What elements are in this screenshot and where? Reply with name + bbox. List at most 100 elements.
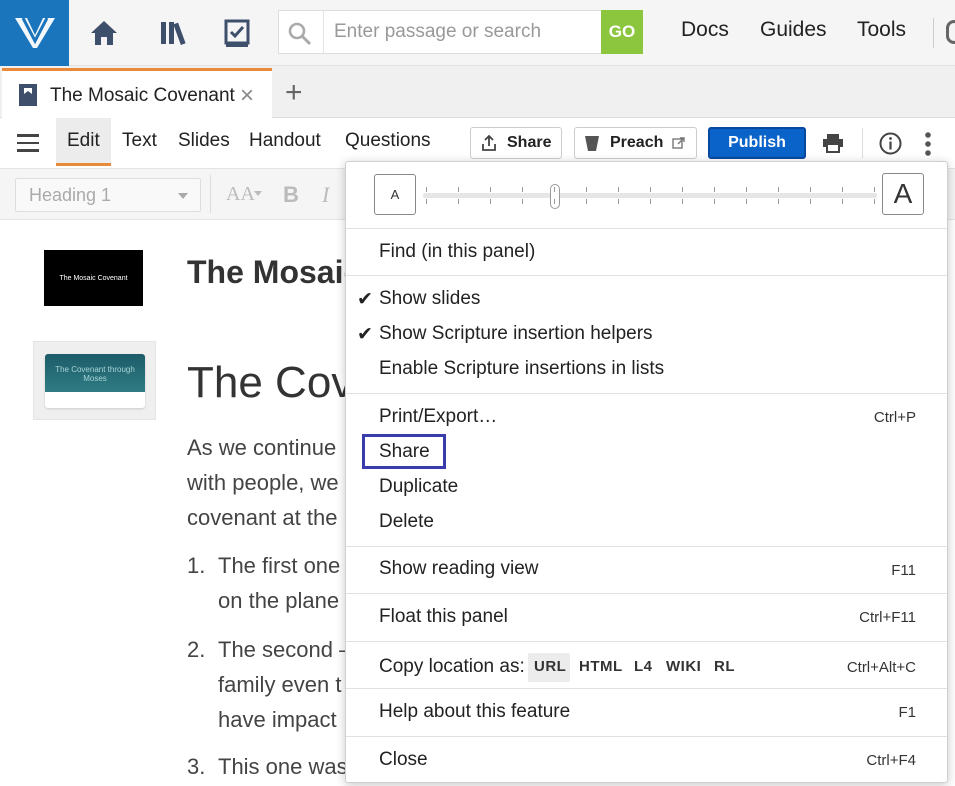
- menu-item-reading-view[interactable]: Show reading view: [379, 558, 538, 580]
- slide-thumbnail-title[interactable]: The Mosaic Covenant: [44, 250, 143, 306]
- menu-item-help[interactable]: Help about this feature: [379, 701, 570, 723]
- list-item-line[interactable]: The second –: [218, 637, 351, 663]
- list-item-line[interactable]: on the plane: [218, 588, 339, 614]
- slider-tick: [426, 199, 427, 204]
- slider-tick: [458, 199, 459, 204]
- share-button[interactable]: Share: [470, 127, 562, 159]
- menu-separator: [346, 641, 947, 642]
- menu-item-show-scripture-helpers[interactable]: Show Scripture insertion helpers: [379, 323, 653, 345]
- tab-title: The Mosaic Covenant: [50, 85, 235, 106]
- hamburger-menu-icon[interactable]: [17, 134, 39, 152]
- shortcut-float-panel: Ctrl+F11: [859, 609, 916, 626]
- menu-separator: [346, 546, 947, 547]
- search-divider: [323, 11, 324, 53]
- bold-icon[interactable]: B: [283, 182, 299, 208]
- info-icon[interactable]: [879, 132, 902, 155]
- publish-button[interactable]: Publish: [708, 127, 806, 159]
- slider-tick: [554, 187, 555, 192]
- paragraph-line[interactable]: As we continue: [187, 435, 336, 461]
- checkmark-icon: ✔: [357, 289, 373, 310]
- shortcut-help: F1: [898, 704, 916, 721]
- slider-tick: [746, 187, 747, 192]
- logos-logo[interactable]: [0, 0, 69, 66]
- format-divider: [210, 175, 211, 213]
- home-icon[interactable]: [85, 14, 123, 52]
- tab-edit[interactable]: Edit: [67, 130, 100, 152]
- external-link-icon: [672, 136, 686, 149]
- slider-tick: [682, 199, 683, 204]
- slider-tick: [426, 187, 427, 192]
- library-icon[interactable]: [155, 14, 193, 52]
- copy-format-wiki[interactable]: WIKI: [666, 658, 701, 675]
- document-icon: [19, 84, 37, 106]
- menu-item-share[interactable]: Share: [379, 441, 430, 463]
- slider-tick: [458, 187, 459, 192]
- list-number: 1.: [187, 553, 206, 578]
- tab-slides[interactable]: Slides: [178, 130, 230, 152]
- paragraph-line[interactable]: with people, we: [187, 470, 339, 496]
- copy-format-rl[interactable]: RL: [714, 658, 735, 675]
- tab-mosaic-covenant[interactable]: The Mosaic Covenant ×: [2, 68, 272, 119]
- copy-format-html[interactable]: HTML: [579, 658, 623, 675]
- preach-button[interactable]: Preach: [574, 127, 697, 159]
- list-item-line[interactable]: have impact: [218, 707, 337, 733]
- list-item-line[interactable]: The first one: [218, 553, 340, 579]
- slider-tick: [874, 187, 875, 192]
- search-box: [278, 10, 602, 54]
- nav-tools[interactable]: Tools: [857, 18, 906, 42]
- menu-item-close[interactable]: Close: [379, 749, 428, 771]
- tab-questions[interactable]: Questions: [345, 130, 431, 152]
- slider-tick: [746, 199, 747, 204]
- slider-tick: [842, 199, 843, 204]
- tab-text[interactable]: Text: [122, 130, 157, 152]
- more-options-icon[interactable]: [924, 131, 932, 157]
- chevron-down-icon: [178, 193, 188, 199]
- menu-item-find[interactable]: Find (in this panel): [379, 241, 535, 263]
- menu-item-print-export[interactable]: Print/Export…: [379, 406, 497, 428]
- shortcut-copy-location: Ctrl+Alt+C: [846, 659, 916, 676]
- slider-tick: [586, 199, 587, 204]
- menu-item-show-slides[interactable]: Show slides: [379, 288, 480, 310]
- font-larger-button[interactable]: A: [882, 173, 924, 215]
- menu-item-enable-scripture-insertions[interactable]: Enable Scripture insertions in lists: [379, 358, 664, 380]
- menu-item-float-panel[interactable]: Float this panel: [379, 606, 508, 628]
- tab-strip: The Mosaic Covenant × +: [0, 66, 955, 119]
- slider-tick: [586, 187, 587, 192]
- top-toolbar: GO Docs Guides Tools: [0, 0, 955, 66]
- close-tab-icon[interactable]: ×: [240, 82, 254, 110]
- menu-item-delete[interactable]: Delete: [379, 511, 434, 533]
- account-icon[interactable]: [946, 20, 955, 44]
- list-number: 2.: [187, 637, 206, 662]
- slide-thumbnail-frame[interactable]: The Covenant through Moses: [33, 341, 156, 420]
- font-size-slider[interactable]: [423, 193, 877, 198]
- menu-separator: [346, 593, 947, 594]
- slider-tick: [522, 199, 523, 204]
- menu-separator: [346, 688, 947, 689]
- search-input[interactable]: [334, 11, 596, 53]
- italic-icon[interactable]: I: [322, 182, 329, 208]
- paragraph-style-value: Heading 1: [29, 185, 112, 205]
- list-number: 3.: [187, 754, 206, 779]
- list-item-line[interactable]: family even t: [218, 672, 342, 698]
- go-button[interactable]: GO: [601, 10, 643, 54]
- copy-format-l4[interactable]: L4: [634, 658, 653, 675]
- paragraph-style-select[interactable]: Heading 1: [15, 178, 201, 212]
- add-tab-button[interactable]: +: [285, 76, 303, 110]
- print-icon[interactable]: [822, 133, 844, 153]
- tab-handout[interactable]: Handout: [249, 130, 321, 152]
- nav-divider: [933, 18, 934, 48]
- nav-guides[interactable]: Guides: [760, 18, 827, 42]
- menu-item-duplicate[interactable]: Duplicate: [379, 476, 458, 498]
- nav-docs[interactable]: Docs: [681, 18, 729, 42]
- font-size-slider-thumb[interactable]: [550, 184, 560, 209]
- upload-icon: [482, 134, 496, 151]
- slider-tick: [714, 199, 715, 204]
- panel-options-menu: A A Find (in this panel) ✔ Show slides ✔…: [345, 161, 948, 783]
- slider-tick: [490, 199, 491, 204]
- font-size-icon[interactable]: AA: [226, 183, 255, 206]
- tasks-icon[interactable]: [218, 14, 256, 52]
- paragraph-line[interactable]: covenant at the: [187, 505, 337, 531]
- list-item-line[interactable]: This one was: [218, 754, 348, 780]
- copy-format-url[interactable]: URL: [534, 658, 566, 675]
- font-smaller-button[interactable]: A: [374, 174, 416, 215]
